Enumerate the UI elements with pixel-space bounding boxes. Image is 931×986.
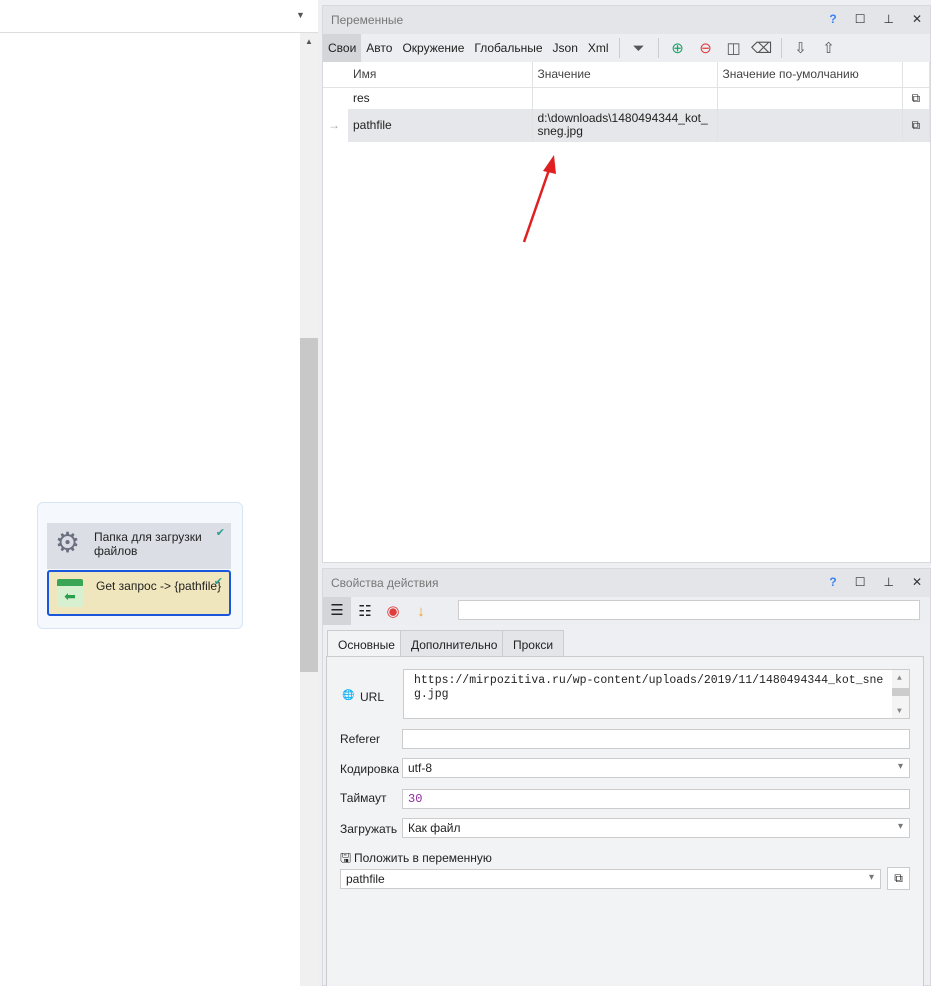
variables-panel: Переменные ? ☐ ⊥ ✕ Свои Авто Окружение Глоб… — [322, 5, 931, 563]
copy-icon[interactable]: ⧉ — [902, 87, 930, 109]
variables-table: Имя Значение Значение по-умолчанию res ⧉ → p… — [323, 62, 930, 142]
copy-icon[interactable]: ⧉ — [887, 867, 910, 890]
cell-name[interactable]: res — [348, 87, 533, 109]
tab-main[interactable]: Основные — [327, 630, 406, 658]
move-up-icon[interactable]: ⇧ — [815, 39, 843, 57]
column-header-value[interactable]: Значение — [532, 62, 718, 88]
save-variable-select[interactable]: pathfile — [340, 869, 881, 889]
filter-icon[interactable]: ⏷ — [625, 40, 653, 57]
arrow-down-icon[interactable]: ↓ — [407, 603, 435, 620]
url-scrollbar[interactable]: ▲ ▼ — [892, 670, 909, 718]
timeout-label: Таймаут — [340, 791, 387, 805]
tab-environment[interactable]: Окружение — [397, 34, 469, 62]
download-label: Загружать — [340, 822, 398, 836]
timeout-input[interactable]: 30 — [402, 789, 910, 809]
save-to-variable-label: Положить в переменную — [354, 851, 492, 865]
cell-name[interactable]: pathfile — [348, 108, 533, 142]
close-icon[interactable]: ✕ — [912, 575, 922, 589]
check-icon: ✔ — [215, 527, 225, 539]
copy-icon[interactable]: ⧉ — [902, 108, 930, 142]
row-pointer-icon: → — [323, 108, 348, 142]
edit-notes-icon[interactable]: ☷ — [351, 602, 379, 620]
table-row[interactable]: → pathfile d:\downloads\1480494344_kot_sne… — [323, 108, 930, 142]
panel-title: Переменные — [331, 13, 404, 27]
gear-icon: ⚙ — [55, 527, 81, 558]
eraser-icon[interactable]: ⌫ — [748, 39, 776, 57]
download-select[interactable]: Как файл — [402, 818, 910, 838]
www-icon: 🌐 — [342, 690, 355, 701]
referer-label: Referer — [340, 732, 381, 746]
chevron-down-icon[interactable]: ▼ — [296, 10, 305, 20]
annotation-arrow — [522, 155, 556, 243]
tab-json[interactable]: Json — [548, 34, 583, 62]
check-icon: ✔ — [213, 576, 223, 588]
canvas-header: ▼ — [0, 0, 318, 33]
url-label: URL — [360, 690, 385, 704]
encoding-label: Кодировка — [340, 762, 400, 776]
remove-icon[interactable]: ⊖ — [692, 39, 720, 57]
url-input[interactable]: https://mirpozitiva.ru/wp-content/upload… — [403, 669, 910, 719]
add-icon[interactable]: ⊕ — [664, 39, 692, 57]
column-header-default[interactable]: Значение по-умолчанию — [717, 62, 903, 88]
cell-value[interactable]: d:\downloads\1480494344_kot_sneg.jpg — [532, 108, 718, 142]
maximize-icon[interactable]: ☐ — [855, 12, 866, 26]
node-label: Папка для загрузки файлов — [94, 530, 202, 558]
scrollbar-thumb[interactable] — [300, 338, 318, 672]
cell-default[interactable] — [717, 87, 903, 109]
save-icon: 🖫 — [340, 850, 352, 865]
referer-input[interactable] — [402, 729, 910, 749]
tab-own[interactable]: Свои — [323, 34, 362, 62]
record-icon[interactable]: ◉ — [379, 602, 407, 620]
tab-global[interactable]: Глобальные — [469, 34, 547, 62]
column-header-name[interactable]: Имя — [348, 62, 533, 88]
pin-icon[interactable]: ⊥ — [883, 12, 893, 26]
encoding-select[interactable]: utf-8 — [402, 758, 910, 778]
panel-title: Свойства действия — [331, 576, 439, 590]
cell-value[interactable] — [532, 87, 718, 109]
help-icon[interactable]: ? — [829, 12, 836, 26]
action-node-get-request[interactable]: ⬅ Get запрос -> {pathfile} ✔ — [47, 570, 231, 616]
pin-icon[interactable]: ⊥ — [883, 575, 893, 589]
tab-proxy[interactable]: Прокси — [502, 630, 565, 657]
node-label: Get запрос -> {pathfile} — [96, 579, 222, 593]
help-icon[interactable]: ? — [829, 575, 836, 589]
cell-default[interactable] — [717, 108, 903, 142]
move-down-icon[interactable]: ⇩ — [787, 39, 815, 57]
properties-icon[interactable]: ☰ — [323, 597, 351, 625]
action-name-input[interactable] — [458, 600, 920, 620]
table-row[interactable]: res ⧉ — [323, 87, 930, 109]
maximize-icon[interactable]: ☐ — [855, 575, 866, 589]
columns-icon[interactable]: ◫ — [720, 39, 748, 57]
tab-xml[interactable]: Xml — [583, 34, 614, 62]
close-icon[interactable]: ✕ — [912, 12, 922, 26]
tab-advanced[interactable]: Дополнительно — [400, 630, 509, 657]
scroll-up-icon[interactable]: ▲ — [305, 37, 313, 46]
project-canvas[interactable] — [0, 0, 300, 986]
get-request-icon: ⬅ — [57, 579, 83, 607]
tab-auto[interactable]: Авто — [361, 34, 397, 62]
action-node-folder[interactable]: ⚙ Папка для загрузки файлов ✔ — [47, 523, 231, 569]
